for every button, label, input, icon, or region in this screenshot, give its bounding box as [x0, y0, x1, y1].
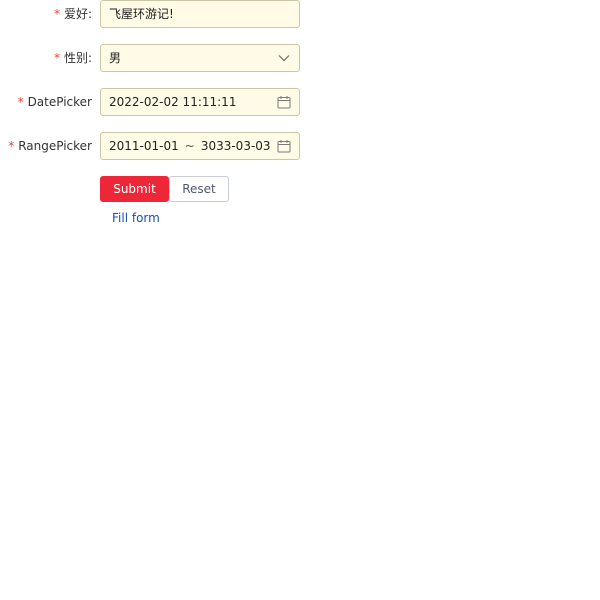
required-mark: *: [8, 139, 15, 153]
chevron-down-icon[interactable]: [277, 51, 291, 65]
form-item-datepicker: * DatePicker 2022-02-02 11:11:11: [0, 88, 320, 116]
calendar-icon[interactable]: [277, 139, 291, 153]
hobby-label: * 爱好:: [54, 0, 92, 28]
required-mark: *: [53, 7, 60, 21]
gender-select[interactable]: 男: [100, 44, 300, 72]
hobby-input[interactable]: [109, 6, 289, 21]
datepicker-label-text: DatePicker: [27, 95, 92, 109]
rangepicker-label-text: RangePicker: [18, 139, 92, 153]
form-item-hobby: * 爱好:: [0, 0, 320, 28]
gender-select-value: 男: [109, 51, 122, 65]
gender-label-text: 性别:: [63, 51, 92, 65]
rangepicker-label: * RangePicker: [8, 132, 92, 160]
reset-button[interactable]: Reset: [169, 176, 229, 202]
required-mark: *: [53, 51, 60, 65]
rangepicker-start[interactable]: 2011-01-01: [109, 139, 179, 153]
datepicker-value: 2022-02-02 11:11:11: [109, 95, 237, 109]
form-item-rangepicker: * RangePicker 2011-01-01 ~3033-03-03: [0, 132, 320, 160]
calendar-icon[interactable]: [277, 95, 291, 109]
form-item-gender: * 性别: 男: [0, 44, 320, 72]
datepicker-input[interactable]: 2022-02-02 11:11:11: [100, 88, 300, 116]
rangepicker-separator: ~: [184, 139, 195, 153]
gender-label: * 性别:: [54, 44, 92, 72]
datepicker-label: * DatePicker: [18, 88, 92, 116]
fill-form-link[interactable]: Fill form: [112, 210, 160, 226]
form: *爱好: *性别: 男 *DatePicker 2022-02-02 11:11…: [0, 0, 600, 600]
rangepicker-input[interactable]: 2011-01-01 ~3033-03-03: [100, 132, 300, 160]
required-mark: *: [17, 95, 24, 109]
hobby-input-wrapper[interactable]: [100, 0, 300, 28]
rangepicker-values: 2011-01-01 ~3033-03-03: [109, 133, 275, 159]
rangepicker-end[interactable]: 3033-03-03: [201, 139, 271, 153]
hobby-label-text: 爱好:: [63, 7, 92, 21]
submit-button[interactable]: Submit: [100, 176, 169, 202]
